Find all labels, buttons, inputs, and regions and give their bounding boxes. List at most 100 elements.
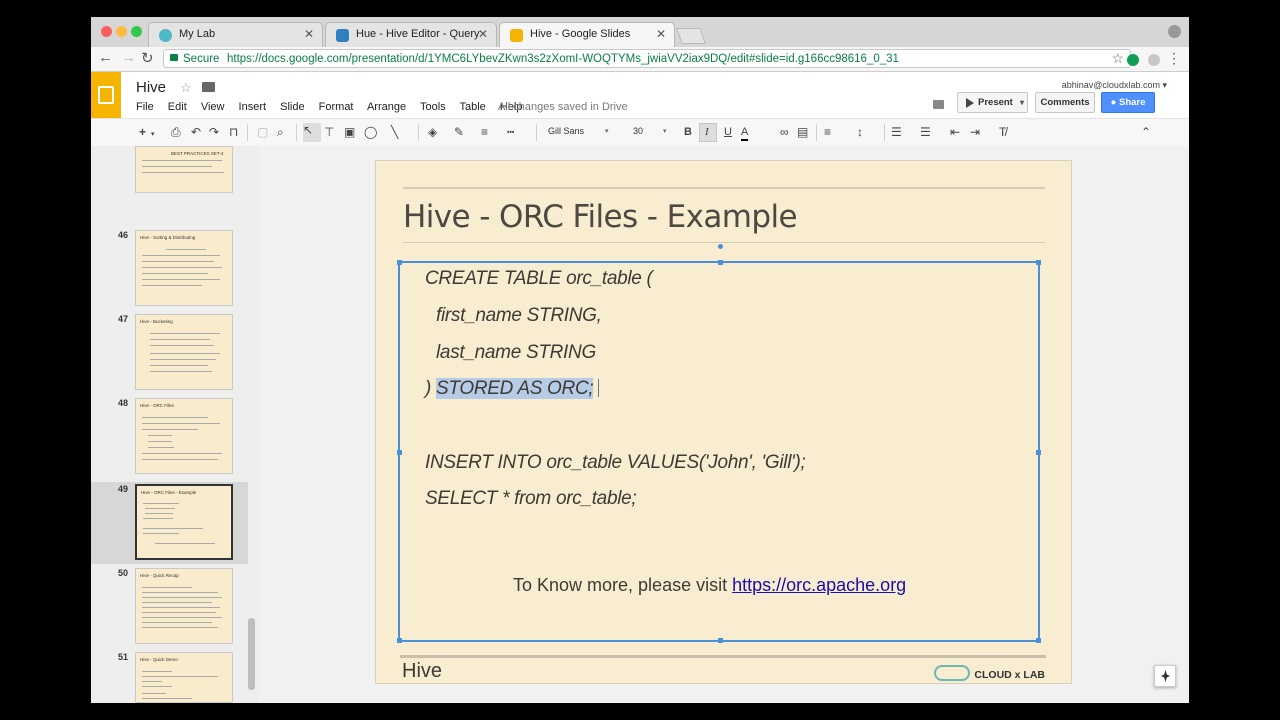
chat-icon[interactable]	[933, 100, 944, 109]
chevron-down-icon[interactable]: ▾	[605, 127, 609, 135]
clear-formatting-icon[interactable]: T̸	[999, 125, 1006, 139]
tab-google-slides[interactable]: Hive - Google Slides ✕	[499, 22, 675, 47]
extension-icon[interactable]	[1148, 54, 1160, 66]
redo-icon[interactable]: ↷	[209, 125, 219, 139]
bookmark-star-icon[interactable]: ☆	[1111, 49, 1124, 68]
maximize-window-button[interactable]	[131, 26, 142, 37]
bulleted-list-icon[interactable]: ☰	[920, 125, 931, 139]
line-spacing-icon[interactable]: ↕	[857, 125, 863, 139]
comments-button[interactable]: Comments	[1035, 92, 1095, 113]
underline-icon[interactable]: U	[724, 125, 732, 139]
chevron-down-icon[interactable]: ▾	[663, 127, 667, 135]
orc-link[interactable]: https://orc.apache.org	[732, 575, 906, 595]
text-box-icon[interactable]: ⊤	[324, 125, 334, 139]
menu-insert[interactable]: Insert	[239, 101, 267, 113]
forward-icon[interactable]: →	[121, 49, 136, 66]
code-line[interactable]: INSERT INTO orc_table VALUES('John', 'Gi…	[425, 452, 806, 474]
zoom-fit-icon[interactable]: ▢	[257, 125, 268, 139]
zoom-icon[interactable]: ⌕	[277, 125, 284, 139]
code-text-box[interactable]: CREATE TABLE orc_table ( first_name STRI…	[397, 244, 1041, 643]
code-line[interactable]: first_name STRING,	[436, 305, 602, 327]
filmstrip-scrollbar[interactable]	[248, 618, 255, 690]
resize-handle[interactable]	[718, 260, 723, 265]
code-line[interactable]: SELECT * from orc_table;	[425, 488, 637, 510]
line-icon[interactable]: ╲	[391, 125, 398, 139]
close-window-button[interactable]	[101, 26, 112, 37]
star-icon[interactable]: ☆	[180, 80, 192, 96]
fill-color-icon[interactable]: ◈	[428, 125, 437, 139]
link-icon[interactable]: ∞	[780, 125, 789, 139]
paint-format-icon[interactable]: ⊓	[229, 125, 238, 139]
comment-icon[interactable]: ▤	[797, 125, 808, 139]
menu-format[interactable]: Format	[319, 101, 354, 113]
align-icon[interactable]: ≡	[824, 125, 831, 139]
new-slide-icon[interactable]: +	[139, 125, 146, 139]
share-button[interactable]: ● Share	[1101, 92, 1155, 113]
menu-tools[interactable]: Tools	[420, 101, 446, 113]
menu-edit[interactable]: Edit	[168, 101, 187, 113]
bold-icon[interactable]: B	[684, 125, 692, 139]
selected-text[interactable]: STORED AS ORC;	[436, 378, 594, 399]
font-family-select[interactable]: Gill Sans	[548, 126, 584, 136]
slide-thumbnail[interactable]: Hive - Bucketing	[135, 314, 233, 390]
rotate-handle[interactable]	[718, 244, 723, 249]
resize-handle[interactable]	[397, 638, 402, 643]
slide-thumbnail[interactable]: Hive - Quick Recap	[135, 568, 233, 644]
minimize-window-button[interactable]	[116, 26, 127, 37]
text-color-icon[interactable]: A	[741, 125, 749, 141]
address-bar[interactable]: Secure https://docs.google.com/presentat…	[163, 49, 1131, 68]
code-line[interactable]: CREATE TABLE orc_table (	[425, 268, 653, 290]
menu-table[interactable]: Table	[460, 101, 486, 113]
decrease-indent-icon[interactable]: ⇤	[950, 125, 960, 139]
code-line-selected[interactable]: ) STORED AS ORC;	[425, 378, 600, 400]
document-title[interactable]: Hive	[136, 79, 166, 96]
resize-handle[interactable]	[397, 260, 402, 265]
italic-icon[interactable]: I	[705, 125, 709, 139]
close-icon[interactable]: ✕	[656, 27, 666, 41]
folder-icon[interactable]	[202, 82, 215, 92]
code-line[interactable]: last_name STRING	[436, 342, 596, 364]
chevron-down-icon[interactable]: ▾	[151, 128, 155, 142]
font-size-select[interactable]: 30	[633, 126, 643, 136]
numbered-list-icon[interactable]: ☰	[891, 125, 902, 139]
chevron-down-icon[interactable]: ▾	[1020, 93, 1024, 112]
explore-button[interactable]	[1154, 665, 1176, 687]
menu-arrange[interactable]: Arrange	[367, 101, 406, 113]
resize-handle[interactable]	[718, 638, 723, 643]
visit-text[interactable]: To Know more, please visit https://orc.ap…	[513, 575, 906, 596]
back-icon[interactable]: ←	[98, 49, 113, 66]
extension-grammarly-icon[interactable]	[1127, 54, 1139, 66]
resize-handle[interactable]	[397, 450, 402, 455]
close-icon[interactable]: ✕	[304, 27, 314, 41]
present-button[interactable]: Present ▾	[957, 92, 1028, 113]
menu-slide[interactable]: Slide	[280, 101, 304, 113]
slides-home-logo[interactable]	[91, 72, 121, 119]
account-email[interactable]: abhinav@cloudxlab.com ▾	[1062, 80, 1167, 91]
slide-footer[interactable]: Hive	[402, 660, 442, 683]
browser-menu-icon[interactable]: ⋮	[1167, 50, 1181, 67]
reload-icon[interactable]: ↻	[141, 49, 154, 67]
slide-thumbnail-selected[interactable]: Hive - ORC Files - Example	[135, 484, 233, 560]
resize-handle[interactable]	[1036, 260, 1041, 265]
print-icon[interactable]: ⎙	[171, 125, 181, 139]
slide-thumbnail[interactable]: BEST PRACTICES SET-4	[135, 146, 233, 193]
slide[interactable]: Hive - ORC Files - Example CREATE TABLE …	[375, 160, 1072, 684]
shape-icon[interactable]: ◯	[364, 125, 377, 139]
border-dash-icon[interactable]: ┅	[507, 125, 514, 139]
increase-indent-icon[interactable]: ⇥	[970, 125, 980, 139]
border-weight-icon[interactable]: ≡	[481, 125, 488, 139]
new-tab-button[interactable]	[676, 28, 706, 44]
close-icon[interactable]: ✕	[478, 27, 488, 41]
resize-handle[interactable]	[1036, 450, 1041, 455]
tab-my-lab[interactable]: My Lab ✕	[148, 22, 323, 47]
slide-thumbnail[interactable]: Hive - Sorting & Distributing	[135, 230, 233, 306]
menu-view[interactable]: View	[201, 101, 225, 113]
slide-title[interactable]: Hive - ORC Files - Example	[403, 199, 798, 235]
slide-thumbnail[interactable]: Hive - Quick Demo	[135, 652, 233, 703]
profile-icon[interactable]	[1168, 25, 1181, 38]
image-icon[interactable]: ▣	[344, 125, 355, 139]
collapse-toolbar-icon[interactable]: ⌃	[1141, 125, 1151, 139]
undo-icon[interactable]: ↶	[191, 125, 201, 139]
slide-thumbnail[interactable]: Hive - ORC Files	[135, 398, 233, 474]
resize-handle[interactable]	[1036, 638, 1041, 643]
